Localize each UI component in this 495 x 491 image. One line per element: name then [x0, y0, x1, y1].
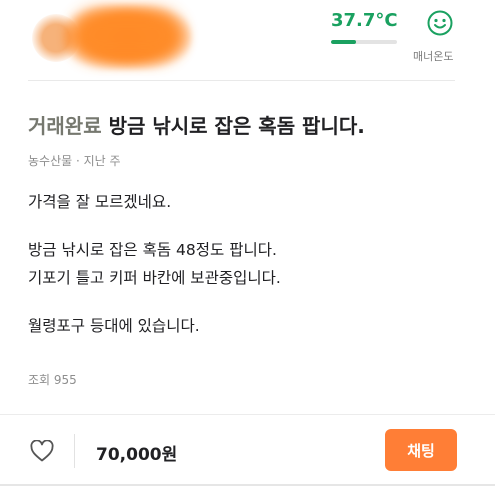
bottom-bar-divider [0, 414, 495, 415]
heart-outline-icon[interactable] [30, 440, 54, 462]
manner-temperature-bar [331, 40, 397, 44]
manner-temperature-label: 매너온도 [413, 50, 454, 63]
post-title-text: 방금 낚시로 잡은 혹돔 팝니다. [108, 114, 365, 138]
post-category-time[interactable]: 농수산물 · 지난 주 [28, 152, 121, 169]
header-divider [28, 80, 455, 81]
trade-status-label: 거래완료 [28, 114, 102, 138]
price-text: 70,000원 [96, 445, 178, 465]
post-description: 가격을 잘 모르겠네요. 방금 낚시로 잡은 혹돔 48정도 팝니다. 기포기 … [28, 188, 281, 340]
description-line: 기포기 틀고 키퍼 바칸에 보관중입니다. [28, 269, 281, 287]
chat-button[interactable]: 채팅 [385, 429, 457, 471]
seller-profile[interactable]: 37.7°C 매너온도 [0, 0, 495, 80]
bottom-edge-line [0, 484, 495, 486]
manner-temperature-fill [331, 40, 356, 44]
view-count: 조회 955 [28, 373, 77, 387]
blurred-seller-info [22, 4, 192, 70]
description-line: 월령포구 등대에 있습니다. [28, 317, 200, 335]
bottom-bar-separator [74, 434, 75, 468]
manner-temperature-value: 37.7°C [331, 10, 398, 31]
description-line: 가격을 잘 모르겠네요. [28, 193, 172, 211]
smile-face-icon [427, 10, 453, 36]
description-line: 방금 낚시로 잡은 혹돔 48정도 팝니다. [28, 241, 277, 259]
post-title: 거래완료 방금 낚시로 잡은 혹돔 팝니다. [28, 110, 365, 139]
manner-temperature: 37.7°C 매너온도 [331, 8, 461, 72]
